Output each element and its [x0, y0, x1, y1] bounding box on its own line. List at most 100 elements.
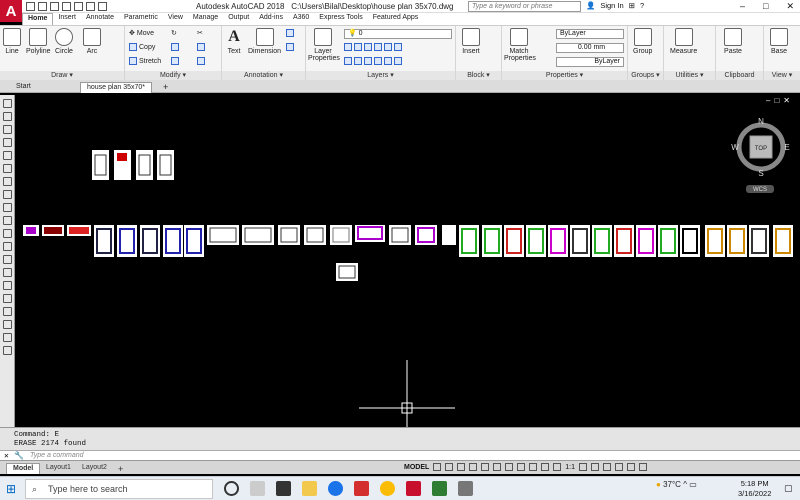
compass-south[interactable]: S [758, 169, 763, 178]
tool-icon[interactable] [2, 242, 12, 251]
compass-west[interactable]: W [731, 143, 739, 152]
app-icon[interactable] [354, 481, 369, 496]
polyline-button[interactable]: Polyline [26, 28, 51, 55]
leader-button[interactable] [286, 29, 294, 37]
viewcube[interactable]: TOP N S E W WCS [731, 115, 791, 195]
tool-icon[interactable] [2, 164, 12, 173]
plot-icon[interactable] [74, 2, 83, 11]
selection-cycling-icon[interactable] [529, 463, 538, 471]
start-tab[interactable]: Start [10, 82, 37, 93]
layer-tools-row1[interactable] [344, 43, 402, 51]
polar-icon[interactable] [469, 463, 478, 471]
tool-icon[interactable] [2, 320, 12, 329]
tab-output[interactable]: Output [223, 13, 254, 25]
model-space-button[interactable]: MODEL [404, 464, 429, 471]
maximize-icon[interactable]: □ [763, 1, 768, 12]
grid-icon[interactable] [433, 463, 442, 471]
rotate-button[interactable]: ↻ [171, 29, 177, 37]
network-icon[interactable]: ▭ [689, 480, 697, 489]
viewcube-face[interactable]: TOP [755, 146, 767, 152]
table-button[interactable] [286, 43, 294, 51]
cortana-icon[interactable] [224, 481, 239, 496]
autocad-icon[interactable] [406, 481, 421, 496]
linetype-dropdown[interactable]: ByLayer [556, 57, 624, 67]
base-button[interactable]: Base [770, 28, 788, 55]
undo-icon[interactable] [86, 2, 95, 11]
edge-icon[interactable] [328, 481, 343, 496]
layer-dropdown[interactable]: 💡 0 [344, 29, 452, 39]
notification-icon[interactable]: ▢ [784, 483, 793, 494]
dimension-button[interactable]: Dimension [248, 28, 281, 55]
scale-button[interactable] [171, 57, 179, 65]
task-view-icon[interactable] [250, 481, 265, 496]
insert-button[interactable]: Insert [462, 28, 480, 55]
tool-icon[interactable] [2, 151, 12, 160]
open-icon[interactable] [38, 2, 47, 11]
tab-add-ins[interactable]: Add-ins [254, 13, 288, 25]
gear-icon[interactable] [579, 463, 588, 471]
lineweight-icon[interactable] [505, 463, 514, 471]
stretch-button[interactable]: Stretch [129, 57, 161, 65]
tool-icon[interactable] [2, 125, 12, 134]
windows-start-icon[interactable]: ⊞ [6, 482, 16, 496]
tool-icon[interactable] [2, 190, 12, 199]
circle-button[interactable]: Circle [55, 28, 73, 55]
sign-in-link[interactable]: Sign In [600, 1, 623, 10]
tool-icon[interactable] [2, 229, 12, 238]
taskbar-search[interactable]: ⌕ Type here to search [25, 479, 213, 499]
ortho-icon[interactable] [457, 463, 466, 471]
tool-icon[interactable] [2, 294, 12, 303]
clock[interactable]: 5:18 PM 3/16/2022 [738, 479, 771, 499]
arc-button[interactable]: Arc [83, 28, 101, 55]
tab-manage[interactable]: Manage [188, 13, 223, 25]
layer-properties-button[interactable]: Layer Properties [308, 28, 340, 62]
tool-icon[interactable] [2, 203, 12, 212]
clean-screen-icon[interactable] [627, 463, 636, 471]
layer-tools-row2[interactable] [344, 57, 402, 65]
plus-icon[interactable] [591, 463, 600, 471]
app-icon[interactable] [458, 481, 473, 496]
wcs-menu[interactable]: WCS [753, 187, 767, 193]
search-input[interactable]: Type a keyword or phrase [468, 1, 581, 12]
weather-temp[interactable]: 37°C [663, 480, 681, 489]
tool-icon[interactable] [2, 99, 12, 108]
tool-icon[interactable] [2, 177, 12, 186]
tab-view[interactable]: View [163, 13, 188, 25]
hardware-acceleration-icon[interactable] [615, 463, 624, 471]
compass-east[interactable]: E [784, 143, 789, 152]
otrack-icon[interactable] [493, 463, 502, 471]
trim-button[interactable]: ✂ [197, 29, 203, 37]
model-tab[interactable]: Model [6, 463, 41, 474]
tab-home[interactable]: Home [22, 13, 54, 25]
save-as-icon[interactable] [62, 2, 71, 11]
viewport-window-controls[interactable]: –□✕ [766, 96, 794, 105]
new-icon[interactable] [26, 2, 35, 11]
match-properties-button[interactable]: Match Properties [504, 28, 536, 62]
osnap-icon[interactable] [481, 463, 490, 471]
group-button[interactable]: Group [633, 28, 652, 55]
new-layout-button[interactable]: + [112, 463, 129, 474]
redo-icon[interactable] [98, 2, 107, 11]
tab-express-tools[interactable]: Express Tools [314, 13, 367, 25]
mirror-button[interactable] [171, 43, 179, 51]
save-icon[interactable] [50, 2, 59, 11]
tool-icon[interactable] [2, 333, 12, 342]
minimize-icon[interactable]: – [740, 1, 745, 12]
tray-arrow-icon[interactable]: ^ [683, 480, 687, 489]
array-button[interactable] [197, 57, 205, 65]
fillet-button[interactable] [197, 43, 205, 51]
auto-scale-icon[interactable] [553, 463, 562, 471]
isolate-icon[interactable] [603, 463, 612, 471]
text-button[interactable]: A Text [225, 28, 243, 55]
tab-insert[interactable]: Insert [53, 13, 81, 25]
customize-icon[interactable] [639, 463, 648, 471]
tool-icon[interactable] [2, 268, 12, 277]
transparency-icon[interactable] [517, 463, 526, 471]
layout2-tab[interactable]: Layout2 [76, 463, 113, 474]
tab-featured-apps[interactable]: Featured Apps [368, 13, 424, 25]
paste-button[interactable]: Paste [724, 28, 742, 55]
app-icon[interactable] [432, 481, 447, 496]
cart-icon[interactable]: ⊞ [629, 1, 635, 10]
file-explorer-icon[interactable] [302, 481, 317, 496]
measure-button[interactable]: Measure [670, 28, 697, 55]
